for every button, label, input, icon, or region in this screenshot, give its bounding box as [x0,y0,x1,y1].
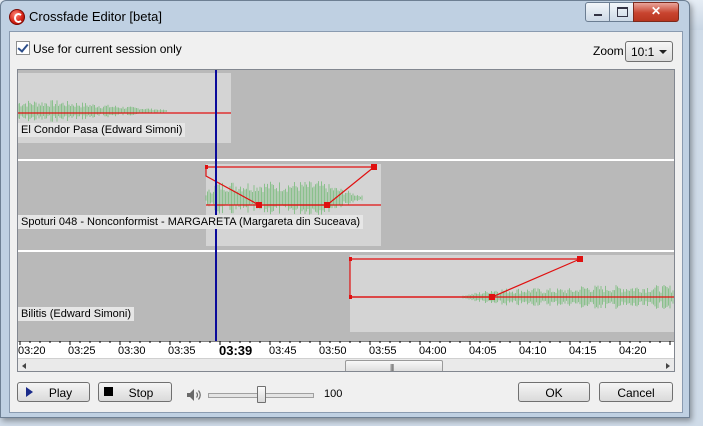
close-icon: ✕ [650,4,662,18]
track-label: Spoturi 048 - Nonconformist - MARGARETA … [18,215,364,229]
stop-button[interactable]: Stop [98,382,172,402]
cancel-button[interactable]: Cancel [599,382,673,402]
speaker-icon[interactable] [186,388,204,402]
minimize-button[interactable] [585,2,611,22]
session-only-checkbox[interactable] [16,41,30,55]
envelope-handle[interactable] [349,257,352,261]
play-label: Play [48,386,73,400]
envelope-handle[interactable] [489,294,495,300]
tick-label: 04:05 [469,345,497,357]
track-divider [18,159,674,161]
close-button[interactable]: ✕ [633,2,679,22]
scroll-left-icon[interactable] [22,363,26,369]
tick-label: 03:55 [369,345,397,357]
ok-label: OK [545,386,563,400]
maximize-icon [617,7,628,17]
zoom-label: Zoom [593,44,624,58]
envelope-handle[interactable] [371,164,377,170]
zoom-value: 10:1 [631,45,655,59]
chevron-down-icon [659,50,667,54]
tick-label: 04:10 [519,345,547,357]
tick-label: 03:20 [18,345,46,357]
tick-label: 03:30 [118,345,146,357]
cancel-label: Cancel [617,386,655,400]
title-bar[interactable]: Crossfade Editor [beta] ✕ [1,1,689,31]
crossfade-editor-area[interactable]: El Condor Pasa (Edward Simoni) Spoturi 0… [17,69,675,372]
current-time-label: 03:39 [219,343,253,358]
zoom-select[interactable]: 10:1 [625,41,673,62]
track-label: El Condor Pasa (Edward Simoni) [18,123,186,137]
envelope-handle[interactable] [577,256,583,262]
crossfade-editor-window: Crossfade Editor [beta] ✕ Use for curren… [0,0,690,418]
track-divider [18,250,674,252]
app-logo-icon [9,9,25,25]
maximize-button[interactable] [609,2,635,22]
play-button[interactable]: Play [17,382,90,402]
stop-label: Stop [128,386,154,400]
scrollbar-thumb[interactable]: ||| [345,360,443,372]
envelope-handle[interactable] [349,295,352,299]
volume-slider-thumb[interactable] [257,386,266,403]
grip-icon: ||| [390,363,394,372]
ok-button[interactable]: OK [518,382,590,402]
scroll-right-icon[interactable] [666,363,670,369]
tracks-canvas[interactable] [18,70,674,342]
dialog-client-area: Use for current session only Zoom 10:1 E… [9,31,683,413]
horizontal-scrollbar[interactable]: ||| [18,358,674,372]
track-label: Bilitis (Edward Simoni) [18,307,135,321]
tick-label: 04:15 [569,345,597,357]
minimize-icon [594,14,602,16]
tick-label: 03:25 [68,345,96,357]
envelope-handle[interactable] [205,165,208,169]
tick-label: 04:00 [419,345,447,357]
tick-label: 03:50 [319,345,347,357]
tick-label: 04:20 [619,345,647,357]
window-title: Crossfade Editor [beta] [29,9,162,24]
envelope-handle[interactable] [324,202,330,208]
session-only-label[interactable]: Use for current session only [33,42,182,56]
tick-label: 03:35 [168,345,196,357]
envelope-handle[interactable] [256,202,262,208]
tick-label: 03:45 [269,345,297,357]
time-ruler[interactable]: 03:20 03:25 03:30 03:35 03:39 03:45 03:5… [18,341,674,358]
volume-value: 100 [324,388,343,400]
